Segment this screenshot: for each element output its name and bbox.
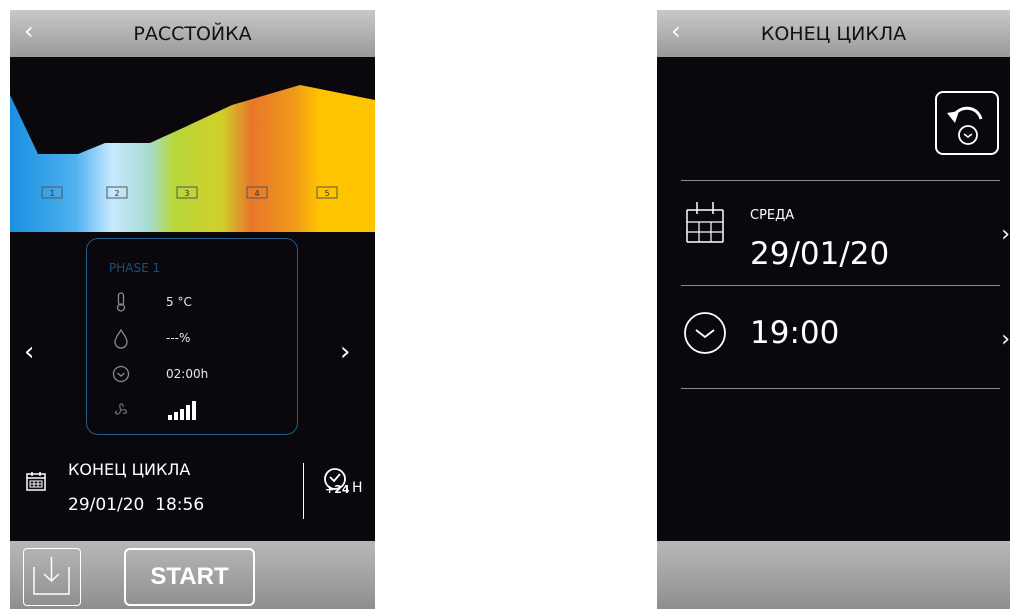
header-bar: ‹ КОНЕЦ ЦИКЛА — [657, 10, 1010, 57]
end-cycle-datetime[interactable]: 29/01/20 18:56 — [68, 495, 204, 515]
reset-time-button[interactable] — [935, 91, 999, 155]
fan-row — [111, 399, 281, 423]
time-value: 19:00 — [750, 315, 840, 351]
svg-text:4: 4 — [254, 189, 259, 198]
calendar-icon — [26, 472, 46, 491]
start-button[interactable]: START — [124, 548, 255, 606]
end-cycle-date: 29/01/20 — [68, 495, 145, 515]
duration-value: 02:00h — [166, 367, 209, 381]
next-phase-button[interactable]: › — [340, 337, 350, 367]
temperature-row: 5 °C — [111, 291, 281, 315]
hour-unit-label: H — [352, 480, 363, 496]
save-button[interactable] — [23, 548, 81, 606]
divider — [681, 285, 1000, 286]
svg-text:5: 5 — [324, 189, 329, 198]
profile-area — [10, 85, 375, 232]
calendar-icon — [686, 202, 724, 243]
end-cycle-screen: ‹ КОНЕЦ ЦИКЛА › СРЕДА 29/01/20 › 19:00 — [657, 10, 1010, 609]
humidity-value: ---% — [166, 331, 191, 345]
footer-bar — [657, 541, 1010, 609]
undo-clock-icon — [947, 106, 983, 145]
download-icon — [33, 557, 70, 595]
chevron-right-icon: › — [1001, 222, 1010, 247]
svg-text:2: 2 — [114, 189, 119, 198]
page-title: КОНЕЦ ЦИКЛА — [760, 23, 907, 45]
fan-icon — [115, 403, 128, 415]
svg-text:1: 1 — [49, 189, 54, 198]
humidity-row: ---% — [111, 327, 281, 351]
header-bar: ‹ РАССТОЙКА — [10, 10, 375, 57]
droplet-icon — [114, 328, 128, 349]
weekday-label: СРЕДА — [750, 208, 795, 223]
phase-card[interactable]: PHASE 1 5 °C ---% 02:00h — [86, 238, 298, 435]
svg-text:3: 3 — [184, 189, 189, 198]
date-value: 29/01/20 — [750, 236, 890, 272]
clock-icon — [112, 365, 130, 383]
phase-profile-chart: 1 2 3 4 5 — [10, 85, 375, 232]
chevron-right-icon: › — [1001, 327, 1010, 352]
temperature-value: 5 °C — [166, 295, 192, 309]
divider — [681, 180, 1000, 181]
prev-phase-button[interactable]: ‹ — [24, 337, 34, 367]
signal-bars-icon — [168, 401, 196, 420]
duration-row: 02:00h — [111, 363, 281, 387]
page-title: РАССТОЙКА — [133, 23, 252, 45]
plus-24-label: +24 — [325, 483, 350, 496]
phase-title: PHASE 1 — [109, 261, 161, 275]
divider — [303, 463, 304, 519]
plus-24h-button[interactable]: +24 H — [318, 466, 368, 506]
proofing-screen: ‹ РАССТОЙКА 1 2 3 4 5 ‹ › PHASE 1 5 °C -… — [10, 10, 375, 609]
divider — [681, 388, 1000, 389]
clock-icon — [684, 312, 726, 354]
end-cycle-time: 18:56 — [155, 495, 205, 515]
end-cycle-label[interactable]: КОНЕЦ ЦИКЛА — [68, 460, 190, 479]
thermometer-icon — [116, 292, 126, 312]
